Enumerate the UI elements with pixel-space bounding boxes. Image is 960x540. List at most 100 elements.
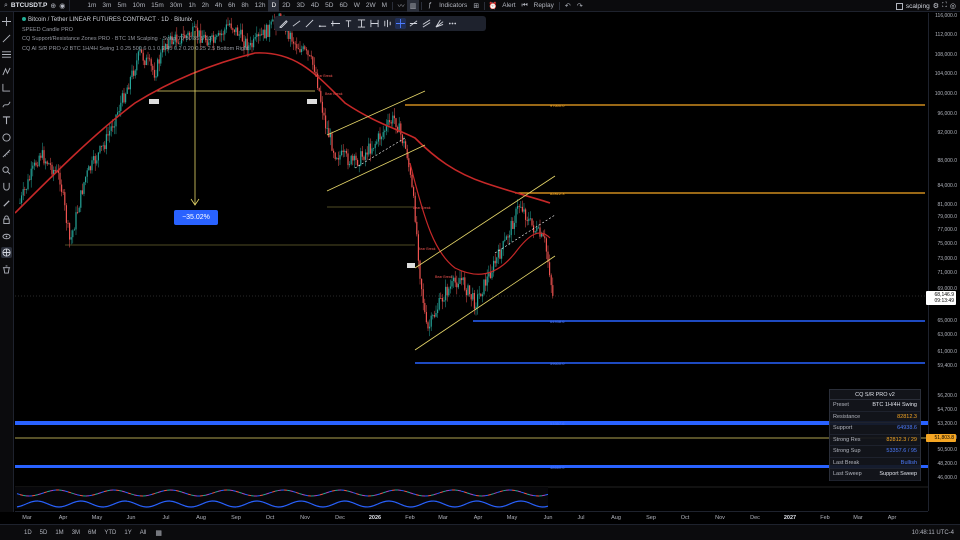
price-range-icon[interactable] [356, 18, 367, 29]
layout-icon[interactable] [895, 2, 903, 10]
range-1d[interactable]: 1D [22, 530, 34, 536]
fullscreen-icon[interactable]: ⛶ [942, 2, 947, 10]
ray-icon[interactable] [317, 18, 328, 29]
timeframe-w[interactable]: W [351, 0, 363, 12]
sr-row-key: Last Break [833, 459, 860, 466]
timeframe-3d[interactable]: 3D [294, 0, 308, 12]
pencil-lock-icon[interactable] [1, 198, 12, 209]
symbol-search[interactable]: ⌕ BTCUSDT.P ⊕ ◉ [0, 0, 71, 12]
replay-button[interactable]: Replay [531, 0, 557, 12]
candle-body [259, 34, 261, 37]
legend-indicator-1[interactable]: SPEED Candle PRO [22, 26, 249, 36]
timeframe-4d[interactable]: 4D [308, 0, 322, 12]
bars-pattern-icon[interactable] [382, 18, 393, 29]
candle-body [251, 42, 253, 48]
trend-line-icon[interactable] [1, 33, 12, 44]
timeframe-1h[interactable]: 1h [185, 0, 198, 12]
timeframe-2h[interactable]: 2h [199, 0, 212, 12]
time-axis-label: Sep [231, 515, 241, 521]
timeframe-m[interactable]: M [379, 0, 390, 12]
sr-row-key: Strong Sup [833, 448, 861, 454]
range-ytd[interactable]: YTD [102, 530, 118, 536]
price-axis-label: 71,000.0 [937, 270, 957, 276]
layout-name[interactable]: scalping [906, 3, 930, 10]
range-6m[interactable]: 6M [86, 530, 98, 536]
crosshair-tool-icon[interactable] [395, 18, 406, 29]
timeframe-15m[interactable]: 15m [148, 0, 167, 12]
candle-body [379, 133, 381, 140]
gear-icon[interactable]: ⚙ [933, 2, 939, 10]
clock[interactable]: 10:48:11 UTC-4 [912, 530, 954, 536]
crosshair-icon[interactable] [1, 16, 12, 27]
timeframe-4h[interactable]: 4h [212, 0, 225, 12]
parallel-channel-icon[interactable] [421, 18, 432, 29]
horizontal-line-icon[interactable] [330, 18, 341, 29]
range-all[interactable]: All [138, 530, 149, 536]
pattern-icon[interactable] [1, 66, 12, 77]
forecast-icon[interactable] [1, 82, 12, 93]
ruler-icon[interactable] [1, 148, 12, 159]
line-icon[interactable] [304, 18, 315, 29]
timeframe-8h[interactable]: 8h [238, 0, 251, 12]
pen-icon[interactable] [278, 18, 289, 29]
oscillator-wave [163, 489, 168, 492]
templates-icon[interactable]: ⊞ [470, 0, 482, 12]
current-price-tag: 68,146.9 09:13:49 [926, 291, 956, 305]
candle-body [302, 46, 304, 50]
trash-icon[interactable] [1, 264, 12, 275]
brush-icon[interactable] [1, 99, 12, 110]
undo-icon[interactable]: ↶ [562, 0, 574, 12]
candle-body [107, 134, 109, 136]
magnet-icon[interactable] [1, 181, 12, 192]
color-line-icon[interactable] [291, 18, 302, 29]
range-1y[interactable]: 1Y [122, 530, 133, 536]
bar-style-icon[interactable]: 〰 [395, 0, 407, 12]
range-1m[interactable]: 1M [53, 530, 65, 536]
lock-icon[interactable] [1, 214, 12, 225]
alert-button[interactable]: Alert [499, 0, 518, 12]
add-symbol-icon[interactable]: ⊕ [50, 2, 56, 10]
more-tools-icon[interactable] [447, 18, 458, 29]
price-axis-label: 79,000.0 [937, 214, 957, 220]
chart-canvas[interactable]: 97600.0 82812.3 64938.6 59600.0 53357.6 48660… [15, 13, 928, 511]
compare-icon[interactable]: ◉ [59, 2, 65, 10]
emoji-icon[interactable] [1, 132, 12, 143]
time-axis-label: Jul [577, 515, 585, 521]
timeframe-d[interactable]: D [268, 0, 280, 12]
text-tool-icon[interactable] [343, 18, 354, 29]
calendar-icon[interactable]: ▦ [155, 529, 162, 537]
candle-body [531, 218, 533, 226]
chart-type-icon[interactable]: ▥ [407, 0, 420, 12]
timeframe-6d[interactable]: 6D [336, 0, 350, 12]
eye-icon[interactable] [1, 231, 12, 242]
range-5d[interactable]: 5D [38, 530, 50, 536]
timeframe-6h[interactable]: 6h [225, 0, 238, 12]
pitchfork-icon[interactable] [434, 18, 445, 29]
indicators-button[interactable]: Indicators [436, 0, 470, 12]
sr-row-preset: Preset BTC 1H/4H Swing [830, 400, 920, 412]
timeframe-30m[interactable]: 30m [167, 0, 186, 12]
camera-icon[interactable]: ◎ [950, 2, 956, 10]
range-3m[interactable]: 3M [70, 530, 82, 536]
timeframe-3m[interactable]: 3m [99, 0, 114, 12]
zoom-icon[interactable] [1, 165, 12, 176]
timeframe-10m[interactable]: 10m [129, 0, 148, 12]
timeframe-12h[interactable]: 12h [252, 0, 269, 12]
legend-indicator-3[interactable]: CQ AI S/R PRO v2 BTC 1H/4H Swing 1 0.25 … [22, 45, 249, 55]
replay-icon: ⏮ [521, 1, 528, 9]
text-icon[interactable] [1, 115, 12, 126]
oscillator-wave-2 [271, 505, 276, 508]
fib-icon[interactable] [1, 49, 12, 60]
object-tree-icon[interactable] [1, 247, 12, 258]
timeframe-5d[interactable]: 5D [322, 0, 336, 12]
candle-body [462, 277, 464, 281]
timeframe-1m[interactable]: 1m [84, 0, 99, 12]
timeframe-2d[interactable]: 2D [279, 0, 293, 12]
fib-tool-icon[interactable] [408, 18, 419, 29]
redo-icon[interactable]: ↷ [574, 0, 586, 12]
timeframe-5m[interactable]: 5m [114, 0, 129, 12]
date-range-icon[interactable] [369, 18, 380, 29]
legend-indicator-2[interactable]: CQ Support/Resistance Zones PRO · BTC 1M… [22, 35, 249, 45]
time-axis[interactable]: Mar Apr May Jun Jul Aug Sep Oct Nov Dec 2026 Feb Mar… [15, 511, 928, 524]
timeframe-2w[interactable]: 2W [363, 0, 379, 12]
